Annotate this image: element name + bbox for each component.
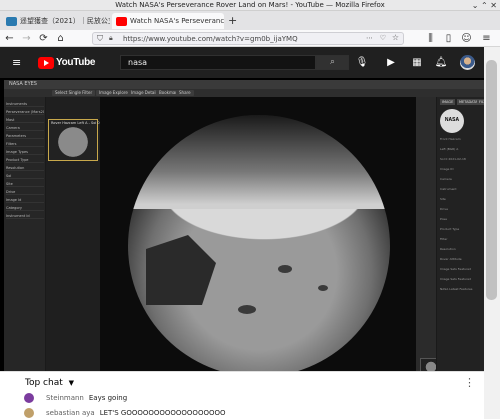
chat-message: Steinmann Eays going bbox=[46, 393, 127, 403]
thumbnail-caption: Rover Hazcam Left A - Sol 0 bbox=[51, 121, 100, 125]
mars-surface-image bbox=[128, 115, 390, 377]
video-player[interactable]: NASA EYES Select Single Filter Image Exp… bbox=[0, 78, 500, 402]
tab-bar: 遥望獲查（2021）｜民放公立 Watch NASA's Perseveranc… bbox=[0, 11, 500, 30]
left-panel-item: Instruments bbox=[6, 101, 44, 107]
left-panel-item: Resolution bbox=[6, 165, 44, 171]
apps-grid-icon[interactable]: ▦ bbox=[410, 56, 424, 70]
new-tab-button[interactable]: + bbox=[228, 14, 237, 27]
window-controls[interactable]: ⌄ ⌃ ✕ bbox=[472, 0, 497, 11]
youtube-header: ≡ YouTube nasa ⌕ 🎙︎ ▶︎ ▦ 🔔︎ bbox=[0, 47, 500, 78]
chat-text: LET'S GOOOOOOOOOOOOOOOOOO bbox=[99, 409, 226, 417]
app-title: NASA EYES bbox=[9, 81, 37, 87]
navigation-bar: ← → ⟳ ⌂ ⛉ 🔒︎ https://www.youtube.com/wat… bbox=[0, 30, 500, 47]
tab-favicon-icon bbox=[6, 16, 17, 26]
search-input[interactable]: nasa bbox=[120, 55, 316, 70]
left-panel-item: Category bbox=[6, 205, 44, 211]
left-panel-item: Product Type bbox=[6, 157, 44, 163]
tab-inactive[interactable]: 遥望獲查（2021）｜民放公立 bbox=[2, 13, 110, 29]
nasa-logo-icon bbox=[440, 109, 464, 133]
bookmark-star-icon[interactable]: ☆ bbox=[392, 33, 399, 42]
guide-menu-icon[interactable]: ≡ bbox=[12, 56, 21, 69]
url-bar[interactable]: ⛉ 🔒︎ https://www.youtube.com/watch?v=gm0… bbox=[92, 32, 404, 45]
sidebar-icon[interactable]: ▯ bbox=[442, 32, 455, 45]
tab-active[interactable]: Watch NASA's Perseveranc ✕ bbox=[112, 13, 224, 29]
menu-hamburger-icon[interactable]: ≡ bbox=[480, 32, 493, 45]
notifications-bell-icon[interactable]: 🔔︎ bbox=[434, 56, 448, 70]
avatar bbox=[24, 393, 34, 403]
image-thumbnail: Rover Hazcam Left A - Sol 0 bbox=[48, 119, 100, 161]
app-titlebar: NASA EYES bbox=[4, 80, 494, 89]
right-panel-tab: IMAGE bbox=[440, 99, 456, 105]
chat-text: Eays going bbox=[88, 394, 128, 402]
create-video-icon[interactable]: ▶︎ bbox=[384, 56, 398, 70]
left-panel-item: Filters bbox=[6, 141, 44, 147]
chat-title: Top chat bbox=[25, 378, 63, 388]
video-frame: NASA EYES Select Single Filter Image Exp… bbox=[4, 80, 495, 402]
tab-label: 遥望獲查（2021）｜民放公立 bbox=[20, 17, 110, 25]
back-button[interactable]: ← bbox=[3, 32, 16, 45]
chat-mode-selector[interactable]: Top chat ▼ bbox=[25, 378, 74, 388]
youtube-logo-icon[interactable] bbox=[38, 57, 54, 69]
left-panel-item: Perseverance (Mars2020) bbox=[6, 110, 44, 115]
scrollbar-thumb[interactable] bbox=[486, 60, 497, 300]
image-viewer bbox=[100, 97, 416, 389]
account-icon[interactable]: ☺ bbox=[460, 32, 473, 45]
live-chat: Top chat ▼ ⋮ Steinmann Eays going sebasti… bbox=[0, 371, 484, 419]
left-panel-item: Image Types bbox=[6, 149, 44, 155]
left-panel-item: Sol bbox=[6, 173, 44, 179]
youtube-wordmark[interactable]: YouTube bbox=[56, 57, 96, 68]
left-panel-item: Drive bbox=[6, 189, 44, 195]
left-panel-item: Parameters bbox=[6, 133, 44, 139]
youtube-favicon-icon bbox=[116, 16, 127, 26]
more-vert-icon[interactable]: ⋮ bbox=[464, 376, 475, 389]
app-toolbar: Select Single Filter Image Explorer Imag… bbox=[4, 89, 494, 97]
search-input-value[interactable]: nasa bbox=[128, 56, 147, 70]
mic-icon[interactable]: 🎙︎ bbox=[355, 56, 369, 70]
lock-icon[interactable]: 🔒︎ bbox=[109, 34, 113, 43]
app-thumb-panel: Rover Hazcam Left A - Sol 0 bbox=[46, 97, 100, 397]
chat-author[interactable]: Steinmann bbox=[46, 394, 84, 402]
avatar bbox=[24, 408, 34, 418]
more-actions-icon[interactable]: ⋯ bbox=[366, 34, 373, 42]
youtube-page: ≡ YouTube nasa ⌕ 🎙︎ ▶︎ ▦ 🔔︎ NASA EYES Se… bbox=[0, 47, 500, 419]
url-text[interactable]: https://www.youtube.com/watch?v=gm0b_ija… bbox=[123, 33, 298, 45]
left-panel-item: Mast bbox=[6, 117, 44, 123]
app-left-panel: Instruments Perseverance (Mars2020) Mast Ca… bbox=[4, 97, 46, 397]
chat-author[interactable]: sebastian aya bbox=[46, 409, 95, 417]
chevron-down-icon: ▼ bbox=[68, 379, 75, 387]
tool-item: Select Single Filter bbox=[52, 90, 96, 96]
forward-button[interactable]: → bbox=[20, 32, 33, 45]
avatar[interactable] bbox=[460, 55, 475, 70]
library-icon[interactable]: ⫼ bbox=[424, 32, 437, 45]
left-panel-item: Image Id bbox=[6, 197, 44, 203]
search-icon: ⌕ bbox=[329, 57, 336, 67]
search-button[interactable]: ⌕ bbox=[316, 55, 349, 70]
shield-icon[interactable]: ⛉ bbox=[97, 34, 103, 44]
tool-item: Image Explorer bbox=[96, 90, 133, 96]
tool-item: Share bbox=[176, 90, 194, 96]
reload-button[interactable]: ⟳ bbox=[37, 32, 50, 45]
home-button[interactable]: ⌂ bbox=[54, 32, 67, 45]
pocket-icon[interactable]: ♡ bbox=[380, 34, 386, 42]
left-panel-item: Camera bbox=[6, 125, 44, 131]
tab-label: Watch NASA's Perseveranc bbox=[130, 17, 224, 25]
chat-message: sebastian aya LET'S GOOOOOOOOOOOOOOOOOO bbox=[46, 408, 226, 418]
left-panel-item: Instrument Id bbox=[6, 213, 44, 219]
left-panel-item: Site bbox=[6, 181, 44, 187]
window-title: Watch NASA's Perseverance Rover Land on … bbox=[0, 0, 500, 11]
